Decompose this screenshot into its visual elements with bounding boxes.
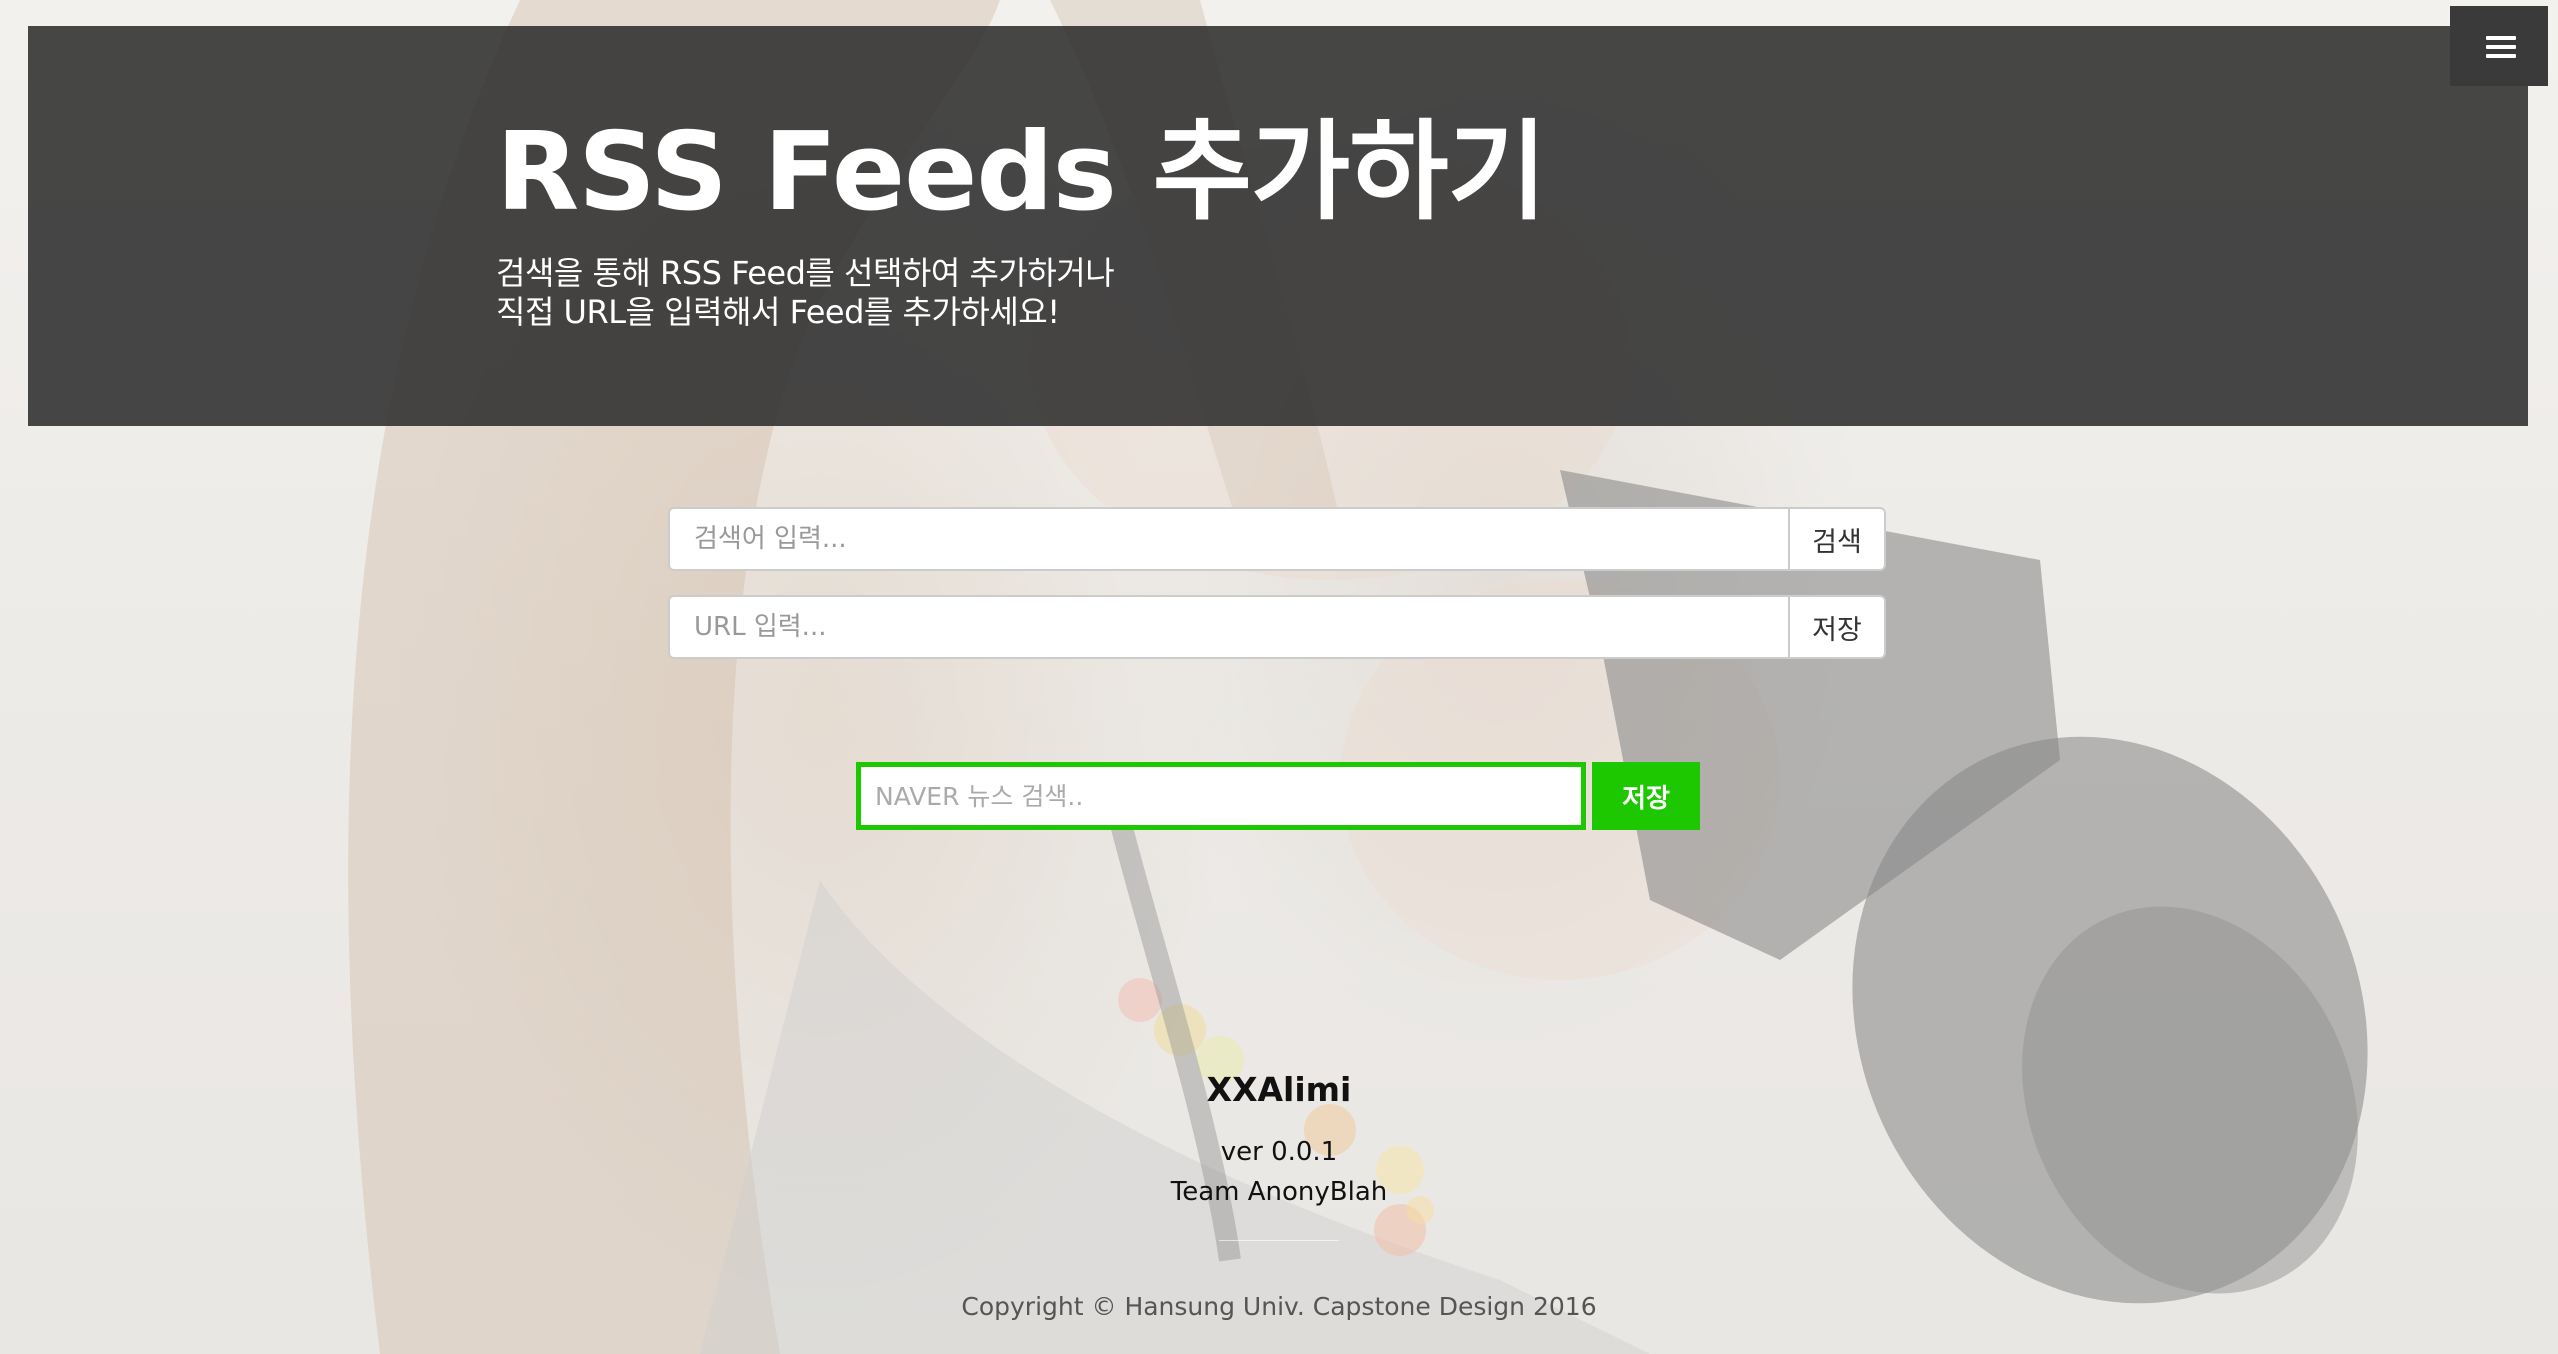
page-header: RSS Feeds 추가하기 검색을 통해 RSS Feed를 선택하여 추가하…	[28, 26, 2528, 426]
search-input-group: 검색	[668, 507, 1886, 571]
footer: XXAlimi ver 0.0.1 Team AnonyBlah	[0, 1060, 2558, 1241]
naver-save-button[interactable]: 저장	[1592, 762, 1700, 830]
footer-divider	[1219, 1240, 1339, 1241]
footer-copyright: Copyright © Hansung Univ. Capstone Desig…	[961, 1292, 1597, 1321]
footer-team: Team AnonyBlah	[1170, 1177, 1388, 1207]
footer-version: ver 0.0.1	[1220, 1137, 1338, 1167]
url-save-button[interactable]: 저장	[1788, 595, 1886, 659]
search-input[interactable]	[668, 507, 1788, 571]
naver-search-group: 저장	[856, 762, 1700, 830]
url-input[interactable]	[668, 595, 1788, 659]
menu-toggle-button[interactable]	[2450, 6, 2548, 86]
url-input-group: 저장	[668, 595, 1886, 659]
naver-search-input[interactable]	[856, 762, 1586, 830]
subtitle-line-1: 검색을 통해 RSS Feed를 선택하여 추가하거나	[496, 254, 1115, 292]
search-button[interactable]: 검색	[1788, 507, 1886, 571]
page-title: RSS Feeds 추가하기	[496, 110, 1547, 235]
subtitle-line-2: 직접 URL을 입력해서 Feed를 추가하세요!	[496, 293, 1060, 331]
page-subtitle: 검색을 통해 RSS Feed를 선택하여 추가하거나 직접 URL을 입력해서…	[496, 254, 1115, 332]
footer-brand: XXAlimi	[1206, 1070, 1352, 1109]
